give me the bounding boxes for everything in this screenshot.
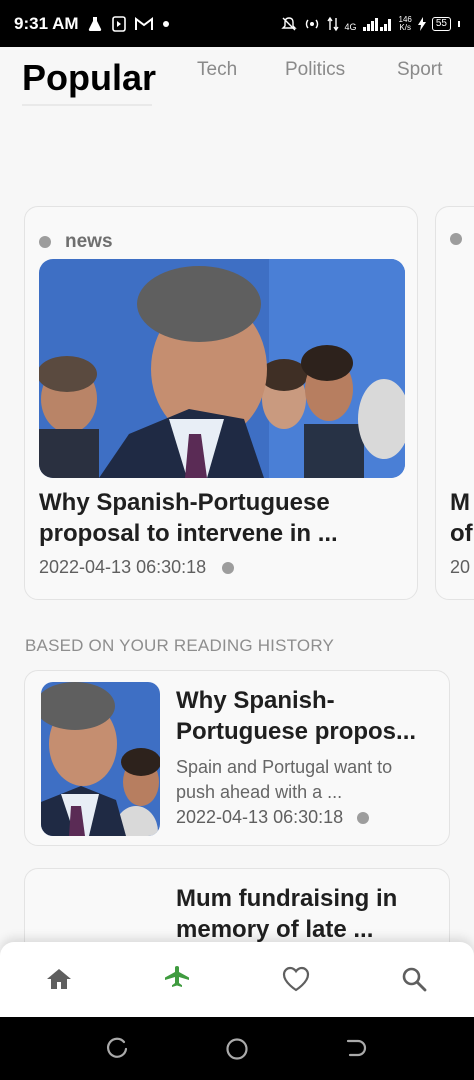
article-category: news (39, 231, 113, 253)
home-icon (47, 969, 71, 989)
nav-home[interactable] (42, 962, 76, 996)
title-line-1: Why Spanish-Portuguese (39, 489, 330, 516)
tab-politics[interactable]: Politics (285, 59, 345, 81)
status-bar: 9:31 AM 4G 146 K/s 55 (0, 0, 474, 47)
category-label: news (65, 231, 113, 252)
article-date: 20 (450, 557, 471, 577)
list-article-meta: 2022-04-13 06:30:18 (176, 807, 370, 828)
title-line-1: M (450, 489, 470, 516)
recents-icon[interactable] (104, 1035, 132, 1063)
title-line-2: of (450, 520, 473, 547)
status-right: 4G 146 K/s 55 (280, 15, 460, 32)
back-icon[interactable] (342, 1035, 370, 1063)
heart-icon (282, 966, 310, 992)
flask-icon (88, 16, 101, 31)
category-dot (39, 236, 51, 248)
featured-article-image (39, 259, 405, 478)
next-article-title: M of (450, 487, 473, 549)
system-navigation-bar (0, 1017, 474, 1080)
article-date: 2022-04-13 06:30:18 (176, 807, 344, 827)
list-article-title: Why Spanish- Portuguese propos... (176, 685, 436, 747)
network-type: 4G (344, 21, 357, 32)
dot-icon (162, 20, 169, 27)
gmail-icon (134, 16, 153, 30)
section-header-reading-history: BASED ON YOUR READING HISTORY (25, 636, 335, 655)
media-icon (111, 15, 126, 32)
status-left-icons (87, 15, 170, 32)
search-icon (402, 967, 427, 992)
tab-popular[interactable]: Popular (22, 57, 156, 99)
featured-article-title: Why Spanish-Portuguese proposal to inter… (39, 487, 399, 549)
featured-article-card[interactable]: news Why Spanish-Portuguese proposal to … (24, 206, 418, 600)
list-article-title: Mum fundraising in memory of late ... (176, 883, 436, 945)
title-line-2: proposal to intervene in ... (39, 520, 338, 547)
category-tabs: Popular Tech Politics Sport (0, 47, 474, 109)
article-thumbnail (41, 682, 160, 836)
summary-line-2: push ahead with a ... (176, 782, 343, 802)
tab-tech[interactable]: Tech (197, 59, 237, 81)
data-arrows-icon (326, 16, 339, 31)
nav-favorites[interactable] (279, 962, 313, 996)
hotspot-icon (305, 19, 318, 28)
title-line-1: Mum fundraising in (176, 885, 398, 912)
next-article-card[interactable]: M of 20 (435, 206, 474, 600)
title-line-2: memory of late ... (176, 916, 374, 943)
signal-icon (362, 17, 391, 31)
meta-dot (357, 811, 370, 824)
charging-icon (417, 16, 426, 31)
active-tab-underline (22, 104, 152, 106)
list-article-summary: Spain and Portugal want to push ahead wi… (176, 755, 438, 805)
network-speed: 146 K/s (399, 15, 412, 32)
featured-article-meta: 2022-04-13 06:30:18 (39, 557, 235, 578)
home-button-icon[interactable] (223, 1035, 251, 1063)
plane-icon (165, 966, 189, 987)
battery-icon: 55 (431, 16, 451, 31)
status-time: 9:31 AM (14, 13, 79, 33)
battery-level: 55 (435, 18, 447, 29)
bottom-navigation (0, 942, 474, 1017)
battery-cap (458, 20, 460, 27)
tab-sport[interactable]: Sport (397, 59, 442, 81)
list-item[interactable]: Why Spanish- Portuguese propos... Spain … (24, 670, 450, 846)
category-dot (450, 233, 462, 245)
title-line-1: Why Spanish- (176, 687, 335, 714)
meta-dot (222, 561, 235, 574)
article-date: 2022-04-13 06:30:18 (39, 557, 207, 577)
mute-icon (280, 16, 297, 30)
nav-travel[interactable] (160, 962, 194, 996)
title-line-2: Portuguese propos... (176, 718, 417, 745)
speed-unit: K/s (399, 22, 411, 32)
nav-search[interactable] (397, 962, 431, 996)
summary-line-1: Spain and Portugal want to (176, 757, 393, 777)
